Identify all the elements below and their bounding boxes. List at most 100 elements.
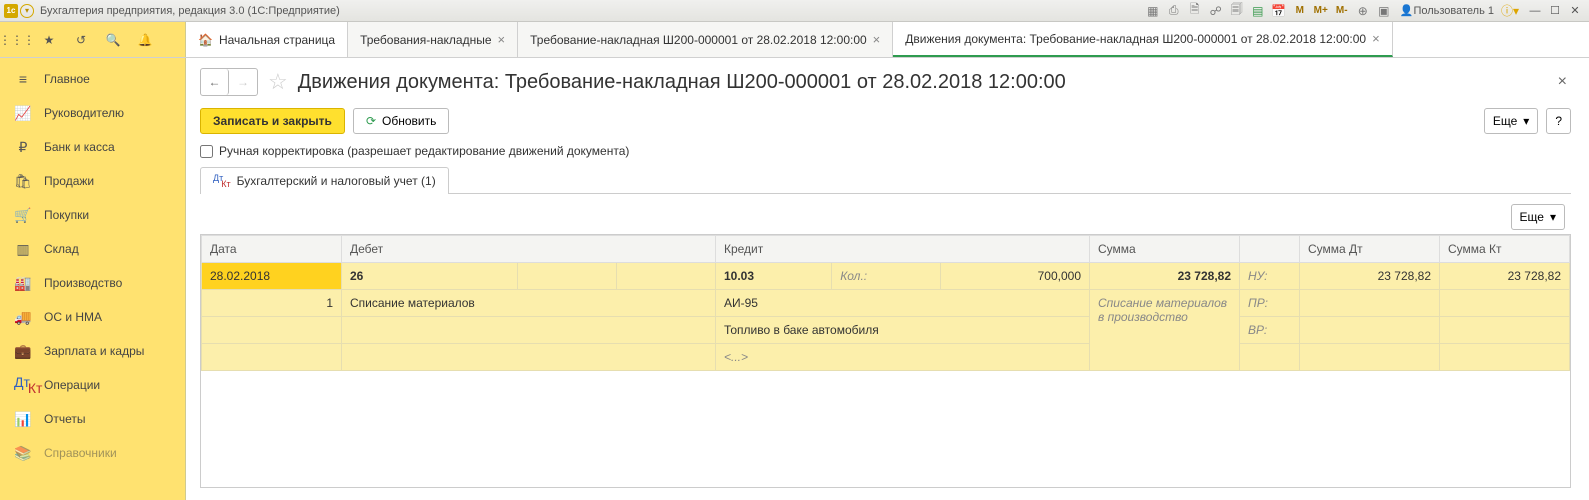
m-plus-icon[interactable]: M+ bbox=[1312, 2, 1330, 20]
col-type[interactable] bbox=[1240, 236, 1300, 263]
col-sumdt[interactable]: Сумма Дт bbox=[1300, 236, 1440, 263]
cell-qty-label: Кол.: bbox=[832, 263, 941, 290]
calc-icon[interactable]: ▤ bbox=[1249, 2, 1267, 20]
save-close-button[interactable]: Записать и закрыть bbox=[200, 108, 345, 134]
print-icon[interactable]: ⎙ bbox=[1165, 2, 1183, 20]
sidebar-item-label: Руководителю bbox=[44, 106, 124, 120]
col-sum[interactable]: Сумма bbox=[1090, 236, 1240, 263]
tab-accounting[interactable]: Бухгалтерский и налоговый учет (1) bbox=[200, 167, 449, 194]
col-debit[interactable]: Дебет bbox=[342, 236, 716, 263]
app-logo-icon: 1c bbox=[4, 4, 18, 18]
history-icon[interactable]: ↺ bbox=[70, 29, 92, 51]
cell-empty bbox=[1300, 290, 1440, 317]
doc-icon[interactable]: 🗎 bbox=[1186, 2, 1204, 20]
cell-credit-sub2: Топливо в баке автомобиля bbox=[715, 317, 1089, 344]
cell-empty bbox=[1440, 290, 1570, 317]
entry-row[interactable]: <...> bbox=[202, 344, 1570, 371]
star-icon[interactable]: ★ bbox=[38, 29, 60, 51]
close-icon[interactable]: × bbox=[873, 32, 881, 47]
register-tabs: Бухгалтерский и налоговый учет (1) bbox=[200, 166, 1571, 194]
cell-empty bbox=[202, 317, 342, 344]
sidebar-item-label: ОС и НМА bbox=[44, 310, 102, 324]
entry-row[interactable]: Топливо в баке автомобиля ВР: bbox=[202, 317, 1570, 344]
entries-grid[interactable]: Дата Дебет Кредит Сумма Сумма Дт Сумма К… bbox=[200, 234, 1571, 488]
maximize-icon[interactable]: ☐ bbox=[1545, 3, 1565, 19]
window-titlebar: 1c ▾ Бухгалтерия предприятия, редакция 3… bbox=[0, 0, 1589, 22]
favorite-star-icon[interactable]: ☆ bbox=[268, 69, 288, 95]
tab-doc[interactable]: Требование-накладная Ш200-000001 от 28.0… bbox=[518, 22, 893, 57]
sidebar-item-main[interactable]: ≡Главное bbox=[0, 62, 185, 96]
entry-row[interactable]: 28.02.2018 26 10.03 Кол.: 700,000 23 728… bbox=[202, 263, 1570, 290]
chevron-down-icon: ▾ bbox=[1523, 114, 1529, 128]
truck-icon: 🚚 bbox=[14, 309, 32, 326]
forward-button[interactable]: → bbox=[229, 69, 257, 95]
user-label[interactable]: 👤 Пользователь 1 bbox=[1396, 2, 1498, 20]
cell-empty bbox=[1440, 344, 1570, 371]
menu-icon: ≡ bbox=[14, 71, 32, 87]
coin-icon: ₽ bbox=[14, 139, 32, 156]
sidebar-item-label: Зарплата и кадры bbox=[44, 344, 144, 358]
bell-icon[interactable]: 🔔 bbox=[134, 29, 156, 51]
nav-buttons: ← → bbox=[200, 68, 258, 96]
sidebar-item-salary[interactable]: 💼Зарплата и кадры bbox=[0, 334, 185, 368]
manual-edit-checkbox[interactable] bbox=[200, 145, 213, 158]
main-toolbar: ⋮⋮⋮ ★ ↺ 🔍 🔔 🏠 Начальная страница Требова… bbox=[0, 22, 1589, 58]
cell-sumdt: 23 728,82 bbox=[1300, 263, 1440, 290]
col-date[interactable]: Дата bbox=[202, 236, 342, 263]
sidebar-item-label: Производство bbox=[44, 276, 122, 290]
col-credit[interactable]: Кредит bbox=[715, 236, 1089, 263]
sidebar-item-label: Справочники bbox=[44, 446, 117, 460]
sidebar-item-assets[interactable]: 🚚 ОС и НМА bbox=[0, 300, 185, 334]
more-button[interactable]: Еще ▾ bbox=[1484, 108, 1538, 134]
cell-debit-account: 26 bbox=[342, 263, 518, 290]
document-tabs: 🏠 Начальная страница Требования-накладны… bbox=[186, 22, 1589, 57]
sidebar-item-label: Покупки bbox=[44, 208, 89, 222]
info-icon[interactable]: ⓘ▾ bbox=[1501, 2, 1519, 20]
tab-list[interactable]: Требования-накладные × bbox=[348, 22, 518, 57]
sidebar-item-catalogs[interactable]: 📚Справочники bbox=[0, 436, 185, 470]
refresh-button[interactable]: ⟳Обновить bbox=[353, 108, 449, 134]
close-icon[interactable]: × bbox=[1372, 31, 1380, 46]
main-content: ← → ☆ Движения документа: Требование-нак… bbox=[186, 58, 1589, 500]
preview-icon[interactable]: ▦ bbox=[1144, 2, 1162, 20]
sidebar-item-label: Банк и касса bbox=[44, 140, 115, 154]
window-controls: — ☐ ✕ bbox=[1525, 3, 1585, 19]
calendar-icon[interactable]: 📅 bbox=[1270, 2, 1288, 20]
apps-icon[interactable]: ⋮⋮⋮ bbox=[6, 29, 28, 51]
sidebar-item-bank[interactable]: ₽ Банк и касса bbox=[0, 130, 185, 164]
col-sumkt[interactable]: Сумма Кт bbox=[1440, 236, 1570, 263]
zoom-icon[interactable]: ⊕ bbox=[1354, 2, 1372, 20]
m-minus-icon[interactable]: M- bbox=[1333, 2, 1351, 20]
help-button[interactable]: ? bbox=[1546, 108, 1571, 134]
search-icon[interactable]: 🔍 bbox=[102, 29, 124, 51]
cell-n: 1 bbox=[202, 290, 342, 317]
m-icon[interactable]: M bbox=[1291, 2, 1309, 20]
sidebar-item-reports[interactable]: 📊Отчеты bbox=[0, 402, 185, 436]
sidebar-item-production[interactable]: 🏭Производство bbox=[0, 266, 185, 300]
back-button[interactable]: ← bbox=[201, 69, 229, 95]
tab-movements[interactable]: Движения документа: Требование-накладная… bbox=[893, 22, 1392, 57]
dropdown-icon[interactable]: ▾ bbox=[20, 4, 34, 18]
entry-row[interactable]: 1 Списание материалов АИ-95 Списание мат… bbox=[202, 290, 1570, 317]
dtkt-icon bbox=[213, 176, 231, 186]
close-page-icon[interactable]: × bbox=[1554, 73, 1571, 91]
cell-qty: 700,000 bbox=[940, 263, 1089, 290]
chevron-down-icon: ▾ bbox=[1550, 210, 1556, 224]
sidebar-item-warehouse[interactable]: ▥Склад bbox=[0, 232, 185, 266]
cell-nu-label: НУ: bbox=[1240, 263, 1300, 290]
cell-empty bbox=[1240, 344, 1300, 371]
panel-icon[interactable]: ▣ bbox=[1375, 2, 1393, 20]
page-icon[interactable]: 🗐 bbox=[1228, 2, 1246, 20]
sidebar-item-sales[interactable]: 🛍Продажи bbox=[0, 164, 185, 198]
sidebar-item-operations[interactable]: Операции bbox=[0, 368, 185, 402]
tab-home[interactable]: 🏠 Начальная страница bbox=[186, 22, 348, 57]
minimize-icon[interactable]: — bbox=[1525, 3, 1545, 19]
close-window-icon[interactable]: ✕ bbox=[1565, 3, 1585, 19]
home-icon: 🏠 bbox=[198, 33, 213, 47]
link-icon[interactable]: ☍ bbox=[1207, 2, 1225, 20]
sidebar-item-manager[interactable]: 📈Руководителю bbox=[0, 96, 185, 130]
bag-icon: 🛍 bbox=[14, 173, 32, 190]
grid-more-button[interactable]: Еще ▾ bbox=[1511, 204, 1565, 230]
close-icon[interactable]: × bbox=[498, 32, 506, 47]
sidebar-item-purchases[interactable]: 🛒Покупки bbox=[0, 198, 185, 232]
